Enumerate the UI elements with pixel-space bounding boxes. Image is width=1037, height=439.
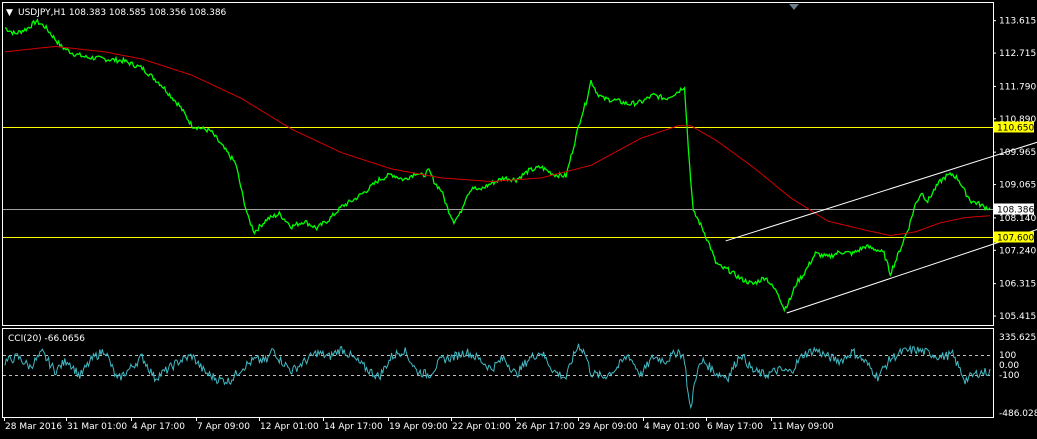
trading-chart-window: 113.615 112.715 111.790 110.890 109.965 109.0… bbox=[0, 0, 1037, 439]
cci-tick-label: -100 bbox=[999, 371, 1020, 381]
x-tick-label: 14 Apr 17:00 bbox=[324, 422, 383, 432]
price-line bbox=[4, 18, 991, 313]
chart-shift-marker-icon[interactable] bbox=[789, 4, 799, 10]
main-chart-title: USDJPY,H1 108.383 108.585 108.356 108.38… bbox=[18, 8, 227, 18]
price-axis: 113.615112.715111.790110.890109.965109.0… bbox=[993, 17, 1036, 322]
cci-indicator-title: CCI(20) -66.0656 bbox=[8, 334, 85, 344]
y-tick-label: 112.715 bbox=[999, 49, 1036, 59]
x-tick-label: 4 May 01:00 bbox=[644, 422, 700, 432]
chart-svg: 113.615112.715111.790110.890109.965109.0… bbox=[2, 2, 1037, 432]
x-tick-label: 22 Apr 01:00 bbox=[452, 422, 511, 432]
level-label: 108.386 bbox=[997, 206, 1034, 216]
x-tick-label: 31 Mar 01:00 bbox=[67, 422, 127, 432]
cci-axis: 335.6251 1000.00-100 -486.0282 bbox=[999, 333, 1037, 419]
chart-menu-icon[interactable]: ▼ bbox=[6, 8, 13, 18]
time-axis: 28 Mar 2016 31 Mar 01:00 4 Apr 17:00 7 Apr … bbox=[4, 418, 834, 432]
x-tick-label: 26 Apr 17:00 bbox=[516, 422, 575, 432]
x-tick-label: 7 Apr 09:00 bbox=[197, 422, 250, 432]
main-panel-frame bbox=[2, 2, 994, 326]
x-tick-label: 4 Apr 17:00 bbox=[132, 422, 185, 432]
level-label: 107.600 bbox=[997, 234, 1034, 244]
moving-average-line bbox=[4, 45, 991, 237]
y-tick-label: 106.315 bbox=[999, 280, 1036, 290]
price-series bbox=[4, 18, 991, 313]
cci-tick-label: -486.0282 bbox=[999, 409, 1037, 419]
cci-tick-label: 335.6251 bbox=[999, 333, 1037, 343]
y-tick-label: 109.965 bbox=[999, 148, 1036, 158]
y-tick-label: 105.415 bbox=[999, 312, 1036, 322]
y-tick-label: 111.790 bbox=[999, 82, 1036, 92]
y-tick-label: 107.240 bbox=[999, 246, 1036, 256]
x-tick-label: 12 Apr 01:00 bbox=[260, 422, 319, 432]
cci-tick-label: 0.00 bbox=[999, 361, 1019, 371]
channel-line[interactable] bbox=[725, 118, 1037, 242]
x-tick-label: 29 Apr 09:00 bbox=[579, 422, 638, 432]
x-tick-label: 19 Apr 09:00 bbox=[389, 422, 448, 432]
x-tick-label: 11 May 09:00 bbox=[772, 422, 834, 432]
x-tick-label: 28 Mar 2016 bbox=[5, 422, 62, 432]
x-tick-label: 6 May 17:00 bbox=[707, 422, 763, 432]
level-label: 110.650 bbox=[997, 124, 1034, 134]
y-tick-label: 113.615 bbox=[999, 17, 1036, 27]
cci-tick-label: 100 bbox=[999, 351, 1016, 361]
y-tick-label: 109.065 bbox=[999, 181, 1036, 191]
